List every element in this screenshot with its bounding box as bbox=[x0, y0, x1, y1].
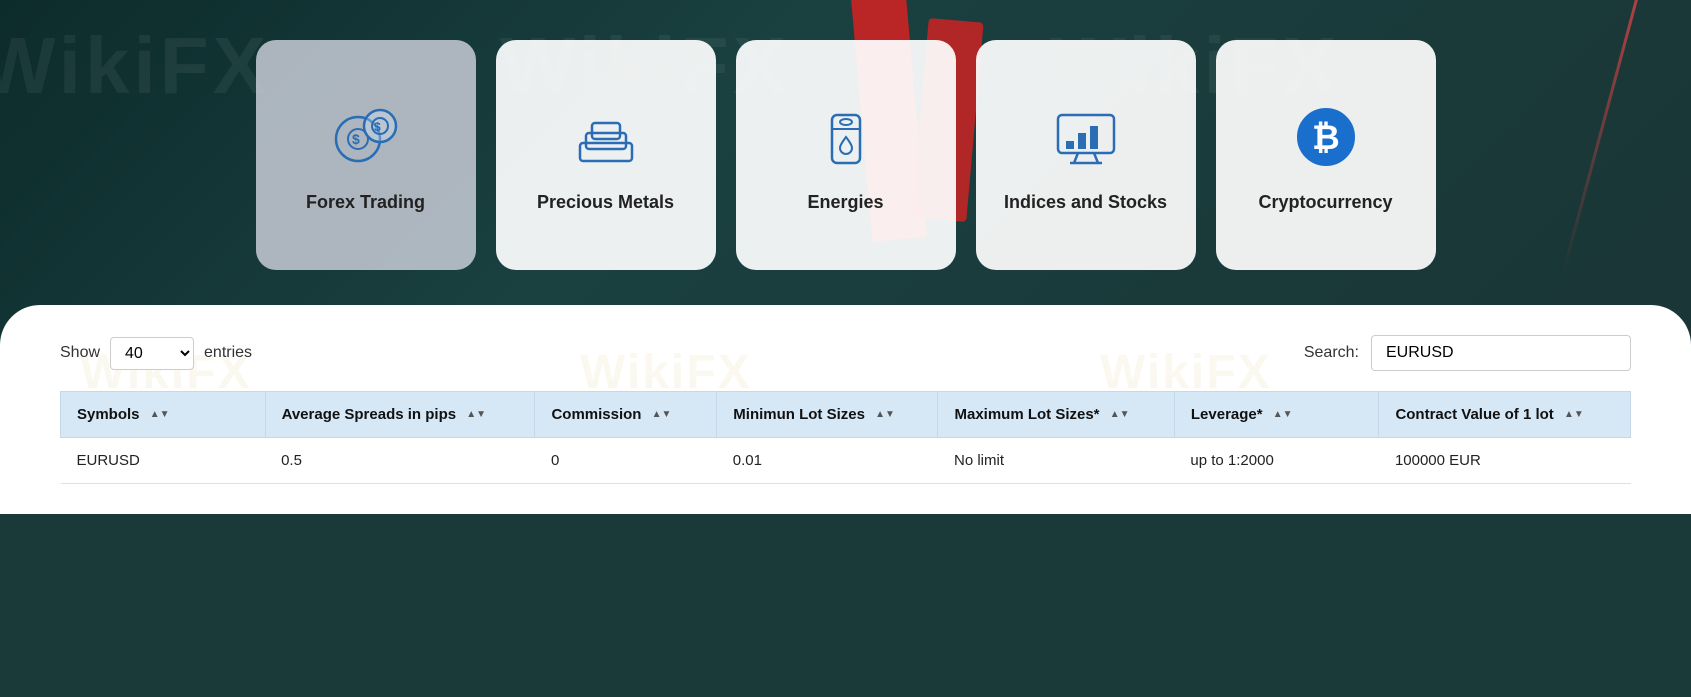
data-table: Symbols ▲▼ Average Spreads in pips ▲▼ Co… bbox=[60, 391, 1631, 484]
energies-label: Energies bbox=[807, 192, 883, 213]
table-header-row: Symbols ▲▼ Average Spreads in pips ▲▼ Co… bbox=[61, 392, 1631, 438]
sort-arrows-symbols: ▲▼ bbox=[150, 410, 170, 420]
entries-label: entries bbox=[204, 344, 252, 362]
forex-icon: $ $ bbox=[326, 97, 406, 177]
precious-metals-label: Precious Metals bbox=[537, 192, 674, 213]
sort-arrows-max-lot: ▲▼ bbox=[1110, 410, 1130, 420]
th-min-lot[interactable]: Minimun Lot Sizes ▲▼ bbox=[717, 392, 938, 438]
category-tabs: $ $ Forex Trading Precious Metals bbox=[60, 40, 1631, 270]
sort-arrows-leverage: ▲▼ bbox=[1273, 410, 1293, 420]
precious-metals-icon bbox=[566, 97, 646, 177]
table-body: EURUSD0.500.01No limitup to 1:2000100000… bbox=[61, 438, 1631, 484]
show-entries-control: Show 10 25 40 100 entries bbox=[60, 337, 252, 370]
td-symbols: EURUSD bbox=[61, 438, 266, 484]
th-spreads[interactable]: Average Spreads in pips ▲▼ bbox=[265, 392, 535, 438]
bottom-section: WikiFX WikiFX WikiFX Show 10 25 40 100 e… bbox=[0, 305, 1691, 514]
th-contract[interactable]: Contract Value of 1 lot ▲▼ bbox=[1379, 392, 1631, 438]
th-commission[interactable]: Commission ▲▼ bbox=[535, 392, 717, 438]
search-row: Search: bbox=[1304, 335, 1631, 371]
sort-arrows-contract: ▲▼ bbox=[1564, 410, 1584, 420]
controls-row: Show 10 25 40 100 entries Search: bbox=[60, 335, 1631, 371]
energies-icon bbox=[806, 97, 886, 177]
category-forex[interactable]: $ $ Forex Trading bbox=[256, 40, 476, 270]
show-label: Show bbox=[60, 344, 100, 362]
category-precious-metals[interactable]: Precious Metals bbox=[496, 40, 716, 270]
crypto-icon: ₿ bbox=[1286, 97, 1366, 177]
svg-text:$: $ bbox=[352, 131, 360, 147]
table-row: EURUSD0.500.01No limitup to 1:2000100000… bbox=[61, 438, 1631, 484]
forex-label: Forex Trading bbox=[306, 192, 425, 213]
td-contract: 100000 EUR bbox=[1379, 438, 1631, 484]
td-commission: 0 bbox=[535, 438, 717, 484]
svg-text:₿: ₿ bbox=[1312, 119, 1340, 157]
sort-arrows-min-lot: ▲▼ bbox=[875, 410, 895, 420]
category-crypto[interactable]: ₿ Cryptocurrency bbox=[1216, 40, 1436, 270]
top-section: WikiFX WikiFX WikiFX $ $ Forex Trading bbox=[0, 0, 1691, 350]
search-label: Search: bbox=[1304, 344, 1359, 362]
indices-icon bbox=[1046, 97, 1126, 177]
sort-arrows-spreads: ▲▼ bbox=[466, 410, 486, 420]
sort-arrows-commission: ▲▼ bbox=[652, 410, 672, 420]
search-input[interactable] bbox=[1371, 335, 1631, 371]
td-spreads: 0.5 bbox=[265, 438, 535, 484]
crypto-label: Cryptocurrency bbox=[1258, 192, 1392, 213]
td-max_lot: No limit bbox=[938, 438, 1174, 484]
entries-select[interactable]: 10 25 40 100 bbox=[110, 337, 194, 370]
th-symbols[interactable]: Symbols ▲▼ bbox=[61, 392, 266, 438]
category-indices[interactable]: Indices and Stocks bbox=[976, 40, 1196, 270]
svg-text:$: $ bbox=[374, 120, 381, 134]
th-max-lot[interactable]: Maximum Lot Sizes* ▲▼ bbox=[938, 392, 1174, 438]
td-min_lot: 0.01 bbox=[717, 438, 938, 484]
indices-label: Indices and Stocks bbox=[1004, 192, 1167, 213]
th-leverage[interactable]: Leverage* ▲▼ bbox=[1174, 392, 1379, 438]
category-energies[interactable]: Energies bbox=[736, 40, 956, 270]
td-leverage: up to 1:2000 bbox=[1174, 438, 1379, 484]
